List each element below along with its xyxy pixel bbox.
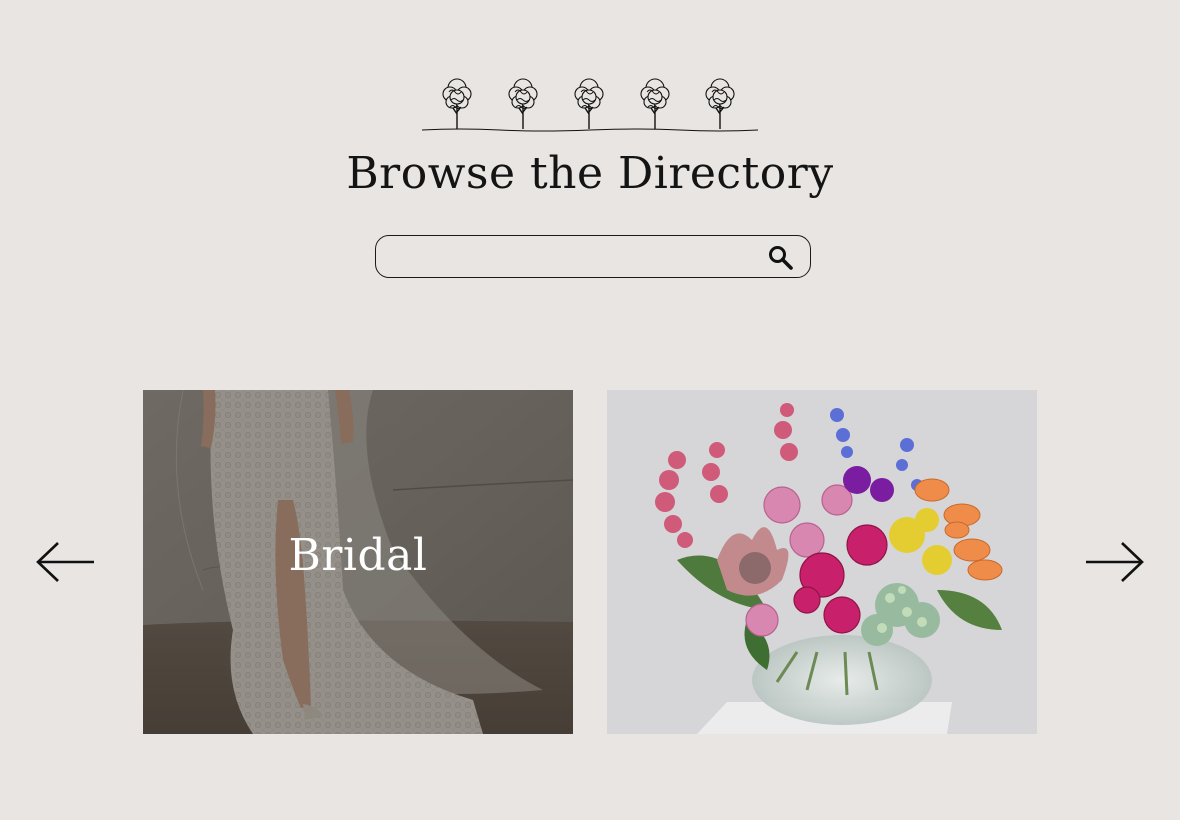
tree-icon bbox=[705, 78, 735, 129]
tree-icon bbox=[508, 78, 538, 129]
category-card-florals[interactable] bbox=[607, 390, 1037, 734]
category-card-bridal[interactable]: Bridal bbox=[143, 390, 573, 734]
tree-row-icon bbox=[421, 78, 759, 132]
arrow-right-icon[interactable] bbox=[1084, 540, 1146, 584]
tree-icon bbox=[574, 78, 604, 129]
tree-icon bbox=[442, 78, 472, 129]
search-input[interactable] bbox=[390, 242, 754, 274]
card-label: Bridal bbox=[288, 530, 428, 581]
search-bar bbox=[375, 235, 811, 278]
flower-bouquet-photo bbox=[607, 390, 1037, 734]
directory-page: Browse the Directory Bridal bbox=[0, 0, 1180, 820]
page-title: Browse the Directory bbox=[346, 148, 834, 199]
tree-icon bbox=[640, 78, 670, 129]
arrow-left-icon[interactable] bbox=[34, 540, 96, 584]
search-icon[interactable] bbox=[766, 243, 796, 273]
